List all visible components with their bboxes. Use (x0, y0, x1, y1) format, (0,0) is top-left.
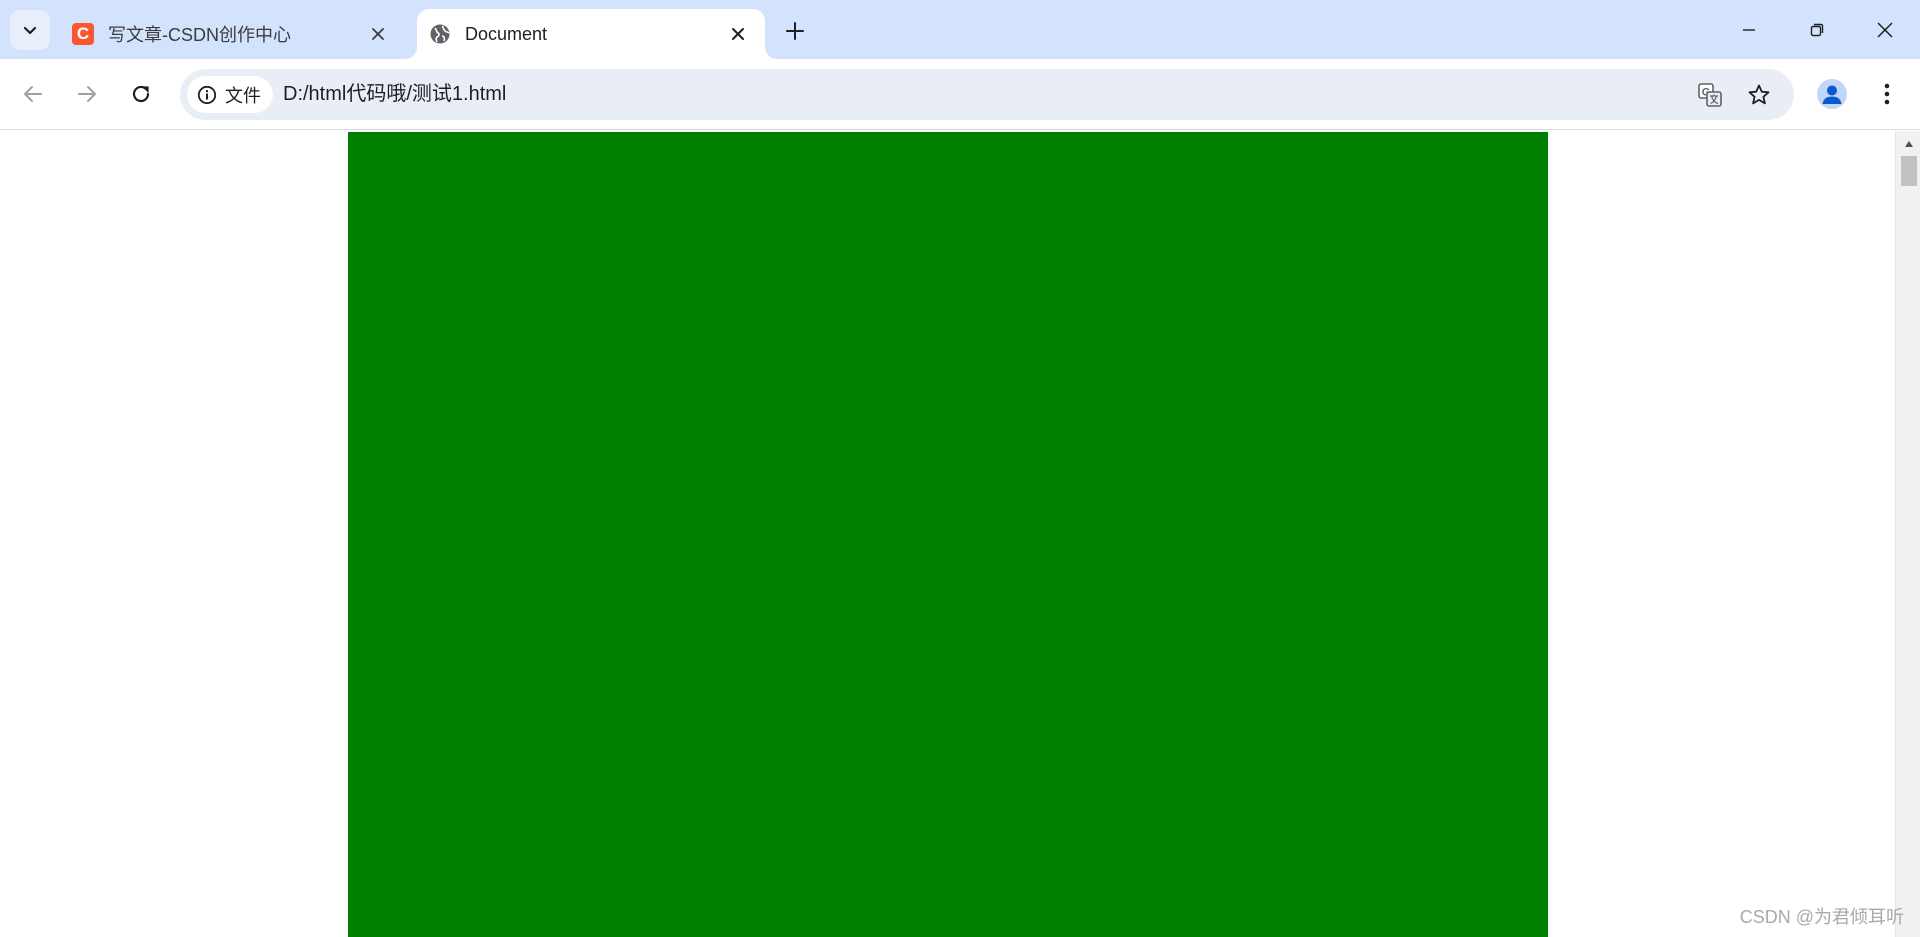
tab-close-button[interactable] (365, 21, 391, 47)
avatar-icon (1822, 85, 1842, 104)
tab-title: Document (465, 23, 548, 44)
profile-avatar-button[interactable] (1817, 79, 1847, 109)
tab-document[interactable]: Document (417, 9, 765, 59)
site-info-label: 文件 (225, 85, 261, 106)
tab-strip: C 写文章-CSDN创作中心 Document (0, 0, 1920, 59)
chevron-down-icon (23, 26, 37, 35)
more-vertical-icon (1884, 83, 1890, 105)
plus-icon (786, 22, 804, 40)
scroll-up-button[interactable] (1896, 136, 1920, 152)
minimize-icon (1743, 28, 1755, 31)
close-icon (732, 28, 744, 40)
url-text[interactable]: D:/html代码哦/测试1.html (283, 69, 506, 120)
triangle-up-icon (1904, 141, 1913, 147)
reload-button[interactable] (123, 76, 159, 112)
translate-icon: G (1698, 83, 1722, 107)
tab-close-button[interactable] (725, 21, 751, 47)
new-tab-button[interactable] (780, 16, 810, 46)
green-box (348, 132, 1548, 937)
arrow-right-icon (78, 86, 96, 102)
scrollbar-thumb[interactable] (1901, 156, 1917, 186)
address-bar[interactable]: 文件 D:/html代码哦/测试1.html G (180, 69, 1794, 120)
tab-csdn[interactable]: C 写文章-CSDN创作中心 (60, 9, 405, 59)
browser-menu-button[interactable] (1872, 76, 1902, 112)
vertical-scrollbar[interactable] (1895, 131, 1920, 937)
restore-button[interactable] (1783, 0, 1851, 59)
close-icon (372, 28, 384, 40)
back-button[interactable] (15, 76, 51, 112)
minimize-button[interactable] (1715, 0, 1783, 59)
bookmark-button[interactable] (1745, 81, 1773, 109)
csdn-favicon-icon: C (72, 23, 94, 45)
tab-search-button[interactable] (10, 10, 50, 50)
arrow-left-icon (24, 86, 42, 102)
restore-icon (1810, 23, 1824, 36)
page-viewport: CSDN @为君倾耳听 (0, 131, 1920, 937)
reload-icon (132, 85, 150, 103)
watermark: CSDN @为君倾耳听 (1739, 907, 1904, 927)
window-close-button[interactable] (1851, 0, 1919, 59)
close-icon (1877, 21, 1893, 38)
translate-button[interactable]: G (1696, 81, 1724, 109)
info-icon (197, 85, 217, 104)
tab-title: 写文章-CSDN创作中心 (108, 25, 291, 45)
site-info-chip[interactable]: 文件 (187, 76, 273, 113)
toolbar: 文件 D:/html代码哦/测试1.html G (0, 59, 1920, 130)
globe-icon (429, 23, 451, 45)
forward-button[interactable] (69, 76, 105, 112)
star-icon (1748, 84, 1770, 105)
